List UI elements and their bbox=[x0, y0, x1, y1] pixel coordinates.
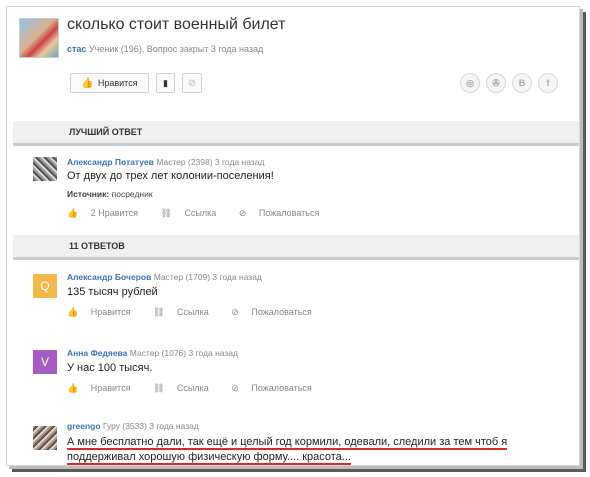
like-button-label: Нравится bbox=[97, 78, 138, 88]
share-icon-1: ◎ bbox=[466, 77, 474, 88]
answer-2-like-link[interactable]: 👍 Нравится bbox=[67, 383, 140, 393]
answers-count-label: 11 ОТВЕТОВ bbox=[69, 241, 125, 251]
asker-avatar[interactable] bbox=[19, 18, 59, 58]
answer-2-like-label: Нравится bbox=[90, 383, 131, 393]
like-button[interactable]: 👍 Нравится bbox=[70, 73, 149, 93]
share-icon-3: В bbox=[518, 78, 526, 88]
share-icon-4: f bbox=[546, 78, 550, 88]
answer-3-author[interactable]: greengo bbox=[67, 421, 101, 431]
answer-1-author[interactable]: Александр Бочеров bbox=[67, 272, 151, 282]
best-answer-text: От двух до трех лет колонии-поселения! bbox=[67, 170, 274, 182]
best-like-label: 2 Нравится bbox=[90, 208, 138, 218]
answer-2-text: У нас 100 тысяч. bbox=[67, 362, 153, 374]
best-answer-author[interactable]: Александр Потатуев bbox=[67, 157, 154, 167]
answer-3-text-content: А мне бесплатно дали, так ещё и целый го… bbox=[67, 436, 508, 465]
best-report-label: Пожаловаться bbox=[258, 208, 320, 218]
answer-2-meta: Мастер (1076) 3 года назад bbox=[129, 348, 238, 358]
source-value: посредник bbox=[111, 189, 153, 199]
answer-1-actions: 👍 Нравится ⛓ Ссылка ⊘ Пожаловаться bbox=[67, 307, 332, 318]
report-icon: ⊘ bbox=[231, 383, 239, 393]
answer-1-like-link[interactable]: 👍 Нравится bbox=[67, 307, 140, 317]
answers-header: 11 ОТВЕТОВ bbox=[13, 235, 579, 260]
asker-meta: Ученик (196), Вопрос закрыт 3 года назад bbox=[88, 44, 264, 54]
answer-1-link-label: Ссылка bbox=[176, 307, 209, 317]
avatar-letter: Q bbox=[40, 279, 50, 293]
answer-3-avatar[interactable] bbox=[33, 426, 57, 450]
thumbs-up-icon: 👍 bbox=[67, 383, 79, 393]
share-facebook-button[interactable]: f bbox=[538, 73, 558, 93]
best-answer-actions: 👍 2 Нравится ⛓ Ссылка ⊘ Пожаловаться bbox=[67, 208, 339, 219]
best-link-label: Ссылка bbox=[184, 208, 217, 218]
answer-2-report-label: Пожаловаться bbox=[251, 383, 312, 393]
answer-2-report-link[interactable]: ⊘ Пожаловаться bbox=[231, 383, 322, 393]
best-like-link[interactable]: 👍 2 Нравится bbox=[67, 208, 148, 218]
share-vk-button[interactable]: В bbox=[512, 73, 532, 93]
avatar-letter: V bbox=[40, 355, 49, 369]
link-icon: ⛓ bbox=[152, 383, 165, 393]
link-icon: ⛓ bbox=[160, 208, 172, 218]
answer-1-text: 135 тысяч рублей bbox=[67, 286, 158, 298]
share-ok-button[interactable]: ✇ bbox=[486, 73, 506, 93]
answer-2-link-label: Ссылка bbox=[176, 383, 209, 393]
answer-1-report-link[interactable]: ⊘ Пожаловаться bbox=[231, 307, 322, 317]
answer-1-meta: Мастер (1709) 3 года назад bbox=[153, 272, 262, 282]
share-odnoklassniki-button[interactable]: ◎ bbox=[460, 73, 480, 93]
asker-name[interactable]: стас bbox=[67, 44, 86, 54]
answer-3-text: А мне бесплатно дали, так ещё и целый го… bbox=[67, 435, 537, 465]
question-meta: стас Ученик (196), Вопрос закрыт 3 года … bbox=[67, 44, 263, 54]
answer-2-actions: 👍 Нравится ⛓ Ссылка ⊘ Пожаловаться bbox=[67, 383, 332, 394]
block-icon: ⊘ bbox=[187, 77, 197, 89]
bookmark-icon: ▮ bbox=[163, 77, 168, 88]
share-icon-2: ✇ bbox=[492, 77, 500, 88]
best-answer-source: Источник: посредник bbox=[67, 189, 153, 199]
report-icon: ⊘ bbox=[238, 208, 247, 218]
page-frame: сколько стоит военный билет стас Ученик … bbox=[6, 6, 580, 466]
answer-2-author[interactable]: Анна Федяева bbox=[67, 348, 127, 358]
answer-2-link-link[interactable]: ⛓ Ссылка bbox=[153, 383, 219, 393]
answer-2-header-line: Анна Федяева Мастер (1076) 3 года назад bbox=[67, 348, 238, 358]
bookmark-button[interactable]: ▮ bbox=[156, 73, 175, 93]
answer-1-avatar[interactable]: Q bbox=[33, 274, 57, 298]
report-icon: ⊘ bbox=[231, 307, 239, 317]
answer-3-header-line: greengo Гуру (3533) 3 года назад bbox=[67, 421, 199, 431]
answer-3-meta: Гуру (3533) 3 года назад bbox=[102, 421, 199, 431]
best-answer-meta: Мастер (2398) 3 года назад bbox=[156, 157, 265, 167]
best-answer-header: ЛУЧШИЙ ОТВЕТ bbox=[13, 121, 579, 146]
best-answer-avatar[interactable] bbox=[33, 157, 57, 181]
question-title: сколько стоит военный билет bbox=[67, 16, 286, 33]
thumbs-up-icon: 👍 bbox=[67, 208, 79, 218]
answer-1-header-line: Александр Бочеров Мастер (1709) 3 года н… bbox=[67, 272, 262, 282]
link-icon: ⛓ bbox=[152, 307, 165, 317]
answer-1-like-label: Нравится bbox=[90, 307, 131, 317]
thumbs-up-icon: 👍 bbox=[67, 307, 79, 317]
answer-1-link-link[interactable]: ⛓ Ссылка bbox=[153, 307, 219, 317]
best-report-link[interactable]: ⊘ Пожаловаться bbox=[239, 208, 330, 218]
best-answer-label: ЛУЧШИЙ ОТВЕТ bbox=[69, 127, 143, 137]
source-label: Источник: bbox=[67, 189, 110, 199]
answer-2-avatar[interactable]: V bbox=[33, 350, 57, 374]
block-button[interactable]: ⊘ bbox=[182, 73, 202, 93]
best-link-link[interactable]: ⛓ Ссылка bbox=[160, 208, 226, 218]
answer-1-report-label: Пожаловаться bbox=[251, 307, 312, 317]
best-answer-header-line: Александр Потатуев Мастер (2398) 3 года … bbox=[67, 157, 264, 167]
thumbs-up-icon: 👍 bbox=[81, 77, 94, 89]
